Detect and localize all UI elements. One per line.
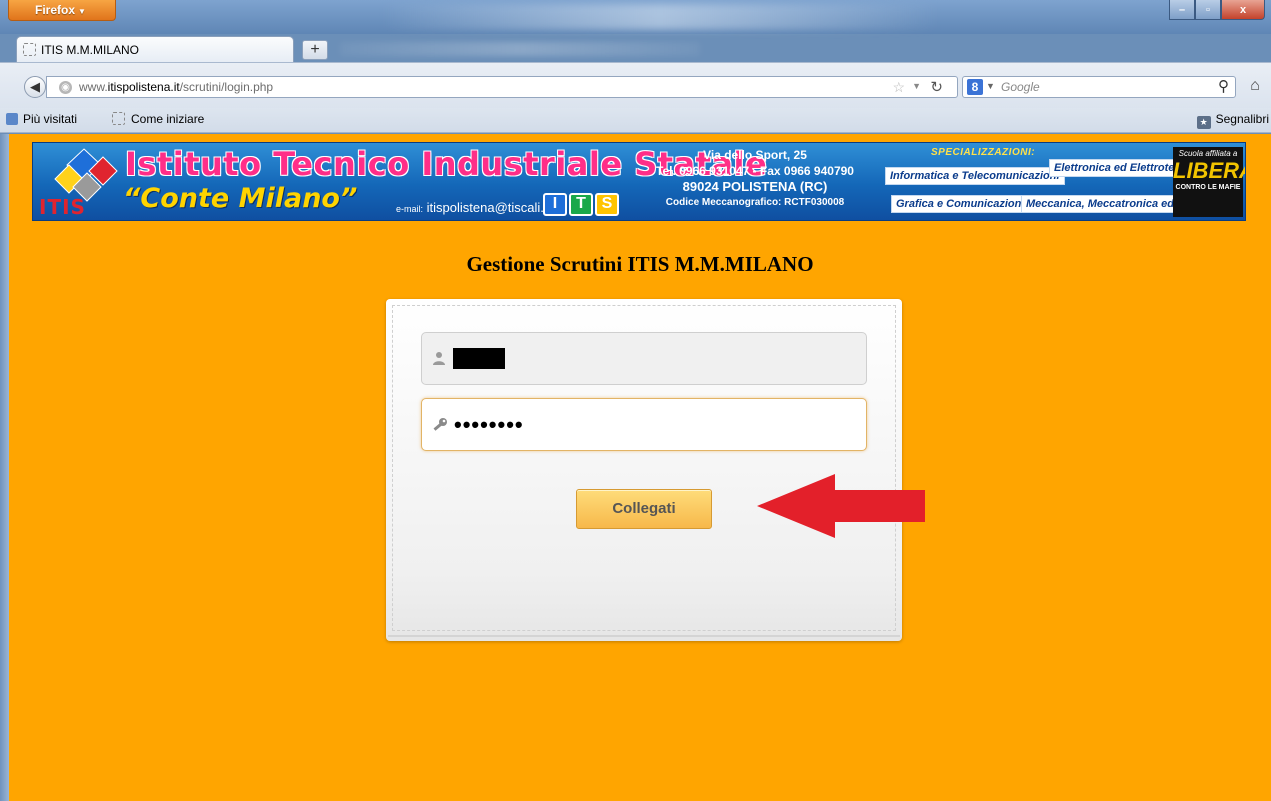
school-city: 89024 POLISTENA (RC) <box>682 179 828 194</box>
annotation-arrow-icon <box>757 474 925 538</box>
close-icon: x <box>1239 3 1247 16</box>
window-controls: – ▫ x <box>1169 0 1265 20</box>
tab-itis[interactable]: ITIS M.M.MILANO <box>16 36 294 62</box>
menu-bar-blurred <box>340 42 700 56</box>
user-icon <box>432 351 448 367</box>
engine-dropdown-icon[interactable]: ▼ <box>986 81 995 91</box>
libera-bottom-text: CONTRO LE MAFIE <box>1175 184 1241 191</box>
key-icon <box>432 417 448 433</box>
libera-top-text: Scuola affiliata a <box>1178 149 1238 158</box>
navigation-toolbar: ◀ ◉ www.itispolistena.it/scrutini/login.… <box>0 62 1271 108</box>
chevron-down-icon: ▼ <box>78 7 86 16</box>
home-icon: ⌂ <box>1250 77 1260 94</box>
bookmark-getting-started-label: Come iniziare <box>131 112 205 126</box>
school-banner: ITIS Istituto Tecnico Industriale Statal… <box>32 142 1246 221</box>
bookmarks-menu[interactable]: ★ Segnalibri <box>1196 112 1269 129</box>
maximize-icon: ▫ <box>1206 3 1210 16</box>
school-address: Via dello Sport, 25 <box>703 148 807 162</box>
user-silhouette-icon <box>433 352 445 365</box>
email-label: e-mail: <box>396 204 424 214</box>
url-path: /scrutini/login.php <box>179 80 274 94</box>
libera-brand: LIBERA <box>1173 158 1245 183</box>
search-placeholder: Google <box>1001 80 1040 94</box>
bookmarks-menu-label: Segnalibri <box>1215 112 1269 126</box>
search-icon[interactable]: ⚲ <box>1218 77 1229 95</box>
firefox-menu-label: Firefox <box>35 3 76 17</box>
titlebar-blurred-text <box>380 4 940 30</box>
firefox-menu-button[interactable]: Firefox ▼ <box>8 0 116 21</box>
address-bar[interactable]: ◉ www.itispolistena.it/scrutini/login.ph… <box>46 76 958 98</box>
most-visited-icon <box>6 113 18 125</box>
new-tab-button[interactable]: + <box>302 40 328 60</box>
school-code: Codice Meccanografico: RCTF030008 <box>665 197 845 208</box>
page-title: Gestione Scrutini ITIS M.M.MILANO <box>466 252 814 276</box>
redacted-username <box>453 348 505 369</box>
bookmarks-icon: ★ <box>1196 116 1211 129</box>
form-divider <box>388 635 900 637</box>
url-prefix: www. <box>79 80 108 94</box>
banner-email: e-mail: itispolistena@tiscali.it <box>396 200 550 215</box>
page-favicon-icon <box>23 43 36 56</box>
reload-icon[interactable]: ↻ <box>930 78 943 96</box>
page-content: ITIS Istituto Tecnico Industriale Statal… <box>9 134 1271 801</box>
back-button[interactable]: ◀ <box>24 76 46 98</box>
back-arrow-icon: ◀ <box>30 79 40 94</box>
logo-text: ITIS <box>39 195 86 219</box>
bookmark-getting-started[interactable]: Come iniziare <box>112 112 204 126</box>
tab-title: ITIS M.M.MILANO <box>41 43 140 57</box>
bookmarks-toolbar: Più visitati Come iniziare ★ Segnalibri <box>0 108 1271 133</box>
its-logo: ITS <box>543 193 627 218</box>
specializations-heading: SPECIALIZZAZIONI: <box>931 147 1036 158</box>
password-field[interactable]: •••••••• <box>421 398 867 451</box>
minimize-icon: – <box>1178 3 1186 16</box>
plus-icon: + <box>310 41 320 58</box>
login-button[interactable]: Collegati <box>576 489 712 529</box>
school-phone: Tel. 0966 931047 - Fax 0966 940790 <box>656 164 854 178</box>
url-host: itispolistena.it <box>107 80 180 94</box>
libera-logo: Scuola affiliata a LIBERA CONTRO LE MAFI… <box>1173 147 1245 217</box>
window-left-border <box>0 134 9 801</box>
bookmark-most-visited[interactable]: Più visitati <box>6 112 77 126</box>
bookmark-star-icon[interactable]: ☆ <box>892 79 905 96</box>
banner-subtitle: “Conte Milano” <box>123 183 358 214</box>
its-letter: S <box>595 193 619 216</box>
page-icon <box>112 112 125 125</box>
google-engine-icon[interactable]: 8 <box>967 79 983 95</box>
history-dropdown-icon[interactable]: ▼ <box>912 81 921 91</box>
spec-item: Informatica e Telecomunicazioni <box>885 167 1065 185</box>
spec-item: Grafica e Comunicazione <box>891 195 1033 213</box>
home-button[interactable]: ⌂ <box>1244 76 1266 98</box>
window-titlebar[interactable]: Firefox ▼ – ▫ x <box>0 0 1271 34</box>
password-value: •••••••• <box>454 412 524 437</box>
bookmark-most-visited-label: Più visitati <box>23 112 78 126</box>
its-letter: T <box>569 193 593 216</box>
minimize-button[interactable]: – <box>1169 0 1195 20</box>
globe-icon: ◉ <box>59 81 72 94</box>
close-button[interactable]: x <box>1221 0 1265 20</box>
email-value: itispolistena@tiscali.it <box>426 200 551 215</box>
search-bar[interactable]: 8 ▼ Google ⚲ <box>962 76 1236 98</box>
its-letter: I <box>543 193 567 216</box>
key-shape-icon <box>433 418 447 431</box>
maximize-button[interactable]: ▫ <box>1195 0 1221 20</box>
school-contact-info: Via dello Sport, 25 Tel. 0966 931047 - F… <box>645 147 865 211</box>
login-form: •••••••• Collegati <box>386 299 902 641</box>
username-field[interactable] <box>421 332 867 385</box>
